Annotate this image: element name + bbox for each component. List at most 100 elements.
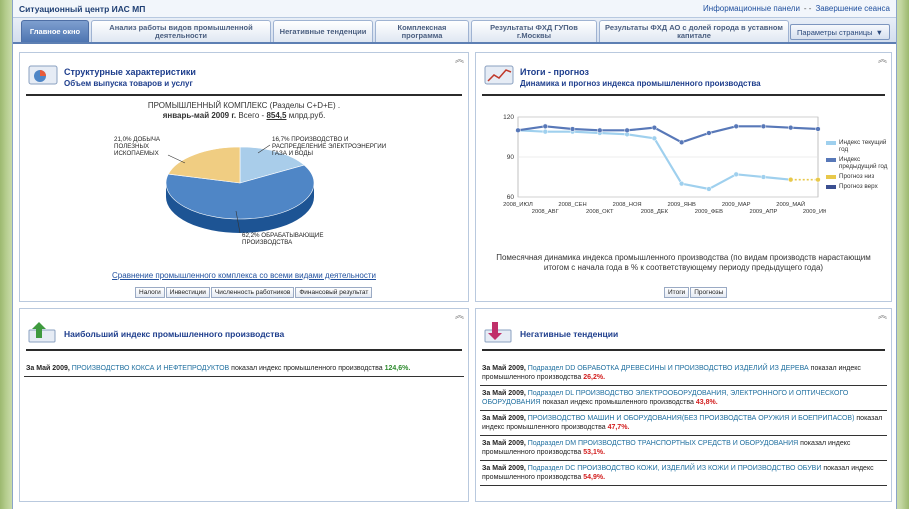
industry-link[interactable]: ПРОИЗВОДСТВО КОКСА И НЕФТЕПРОДУКТОВ — [72, 365, 229, 372]
total-unit: млрд.руб. — [288, 111, 326, 120]
series-line — [517, 125, 819, 144]
data-point[interactable] — [815, 126, 821, 132]
tab-negative-trends[interactable]: Негативные тенденции — [273, 20, 373, 42]
total-line: январь-май 2009 г. Всего - 854,5 млрд.ру… — [20, 111, 468, 120]
info-panels-link[interactable]: Информационные панели — [703, 4, 800, 13]
app-title: Ситуационный центр ИАС МП — [19, 3, 146, 14]
index-value: 26,2%. — [583, 374, 606, 381]
forecast-header: Итоги - прогноз Динамика и прогноз индек… — [484, 63, 761, 88]
x-tick-label: 2008_НОЯ — [613, 202, 642, 208]
end-session-link[interactable]: Завершение сеанса — [815, 4, 890, 13]
y-tick-label: 90 — [507, 154, 515, 161]
compare-link[interactable]: Сравнение промышленного комплекса со все… — [112, 271, 376, 280]
tab-main-window[interactable]: Главное окно — [21, 20, 89, 42]
data-point[interactable] — [788, 177, 794, 183]
tab-activity-analysis[interactable]: Анализ работы видов промышленной деятель… — [91, 20, 271, 42]
list-item: За Май 2009, Подраздел DM ПРОИЗВОДСТВО Т… — [480, 436, 887, 461]
legend-item: Прогноз низ — [826, 173, 890, 180]
industry-link[interactable]: ПРОИЗВОДСТВО МАШИН И ОБОРУДОВАНИЯ(БЕЗ ПР… — [528, 415, 855, 422]
list-item: За Май 2009, Подраздел DC ПРОИЗВОДСТВО К… — [480, 461, 887, 486]
forecast-title: Итоги - прогноз — [520, 67, 590, 77]
data-point[interactable] — [651, 135, 658, 141]
industry-link[interactable]: Подраздел DC ПРОИЗВОДСТВО КОЖИ, ИЗДЕЛИЙ … — [528, 465, 822, 472]
legend-label: Прогноз низ — [839, 173, 875, 180]
legend-swatch — [826, 185, 836, 189]
data-point[interactable] — [706, 186, 712, 192]
legend-item: Индекс предыдущий год — [826, 156, 890, 170]
collapse-icon[interactable]: ︽ — [878, 311, 887, 320]
employees-button[interactable]: Численность работников — [210, 287, 295, 298]
data-point[interactable] — [678, 181, 685, 187]
arrow-up-icon — [28, 322, 56, 343]
chart-legend: Индекс текущий год Индекс предыдущий год… — [826, 139, 890, 193]
note-text: показал индекс промышленного производств… — [231, 365, 383, 372]
structure-header: Структурные характеристики Объем выпуска… — [28, 63, 196, 88]
total-value: 854,5 — [266, 111, 287, 120]
negative-header: Негативные тенденции — [484, 321, 618, 343]
forecast-buttons: Итоги Прогнозы — [664, 287, 728, 298]
x-tick-label: 2009_МАЙ — [776, 200, 805, 208]
complex-line: ПРОМЫШЛЕННЫЙ КОМПЛЕКС (Разделы C+D+E) . — [147, 101, 341, 110]
negative-title: Негативные тенденции — [520, 329, 619, 339]
data-point[interactable] — [651, 125, 658, 131]
page-params-button[interactable]: Параметры страницы ▼ — [790, 24, 890, 40]
collapse-icon[interactable]: ︽ — [878, 55, 887, 64]
data-point[interactable] — [624, 127, 630, 133]
financial-result-button[interactable]: Финансовый результат — [295, 287, 373, 298]
legend-swatch — [826, 141, 836, 145]
structure-buttons: Налоги Инвестиции Численность работников… — [135, 287, 373, 298]
index-value: 54,9%. — [583, 474, 606, 481]
y-tick-label: 60 — [507, 194, 515, 201]
negative-panel: ︽ Негативные тенденции За Май 2009, Подр… — [475, 308, 892, 502]
list-item: За Май 2009, Подраздел DL ПРОИЗВОДСТВО Э… — [480, 386, 887, 411]
data-point[interactable] — [733, 171, 739, 177]
divider — [482, 94, 885, 96]
data-point[interactable] — [706, 130, 712, 136]
tab-ao-results[interactable]: Результаты ФХД АО с долей города в устав… — [599, 20, 789, 42]
collapse-icon[interactable]: ︽ — [455, 55, 464, 64]
note-text: показал индекс промышленного производств… — [542, 399, 694, 406]
period-label: январь-май 2009 г. — [162, 111, 237, 120]
tab-complex-program[interactable]: Комплексная программа — [375, 20, 469, 42]
x-tick-label: 2009_АПР — [749, 209, 777, 215]
data-point[interactable] — [515, 127, 521, 133]
y-tick-label: 120 — [503, 114, 514, 121]
x-tick-label: 2009_ФЕВ — [695, 209, 723, 215]
pie-label-manufacturing: 62,2% ОБРАБАТЫВАЮЩИЕ ПРОИЗВОДСТВА — [242, 232, 324, 246]
data-point[interactable] — [569, 126, 576, 132]
data-point[interactable] — [760, 123, 767, 129]
total-prefix: Всего - — [238, 111, 265, 120]
period-label: За Май 2009, — [482, 390, 526, 397]
data-point[interactable] — [760, 174, 767, 180]
divider — [26, 94, 462, 96]
collapse-icon[interactable]: ︽ — [455, 311, 464, 320]
x-tick-label: 2008_ДЕК — [641, 209, 669, 215]
x-tick-label: 2008_АВГ — [532, 209, 560, 215]
structure-title: Структурные характеристики — [64, 67, 196, 77]
forecasts-button[interactable]: Прогнозы — [690, 287, 728, 298]
data-point[interactable] — [542, 129, 548, 135]
legend-label: Прогноз верх — [839, 183, 878, 190]
tab-gup-results[interactable]: Результаты ФХД ГУПов г.Москвы — [471, 20, 597, 42]
data-point[interactable] — [542, 123, 548, 129]
index-value: 43,8%. — [695, 399, 718, 406]
data-point[interactable] — [733, 123, 739, 129]
structure-panel: ︽ Структурные характеристики Объем выпус… — [19, 52, 469, 302]
results-button[interactable]: Итоги — [664, 287, 690, 298]
data-point[interactable] — [815, 177, 821, 183]
divider — [482, 349, 885, 351]
industry-link[interactable]: Подраздел DD ОБРАБОТКА ДРЕВЕСИНЫ И ПРОИЗ… — [528, 365, 809, 372]
divider — [26, 349, 462, 351]
taxes-button[interactable]: Налоги — [135, 287, 165, 298]
data-point[interactable] — [788, 125, 794, 131]
data-point[interactable] — [597, 127, 603, 133]
list-item: За Май 2009, ПРОИЗВОДСТВО КОКСА И НЕФТЕП… — [24, 361, 464, 377]
top-index-panel: ︽ Наибольший индекс промышленного произв… — [19, 308, 469, 502]
industry-link[interactable]: Подраздел DM ПРОИЗВОДСТВО ТРАНСПОРТНЫХ С… — [528, 440, 798, 447]
x-tick-label: 2008_СЕН — [558, 202, 586, 208]
data-point[interactable] — [678, 139, 685, 145]
legend-item: Прогноз верх — [826, 183, 890, 190]
investments-button[interactable]: Инвестиции — [165, 287, 210, 298]
period-label: За Май 2009, — [482, 415, 526, 422]
line-chart: 60901202008_ИЮЛ2008_АВГ2008_СЕН2008_ОКТ2… — [503, 114, 826, 215]
